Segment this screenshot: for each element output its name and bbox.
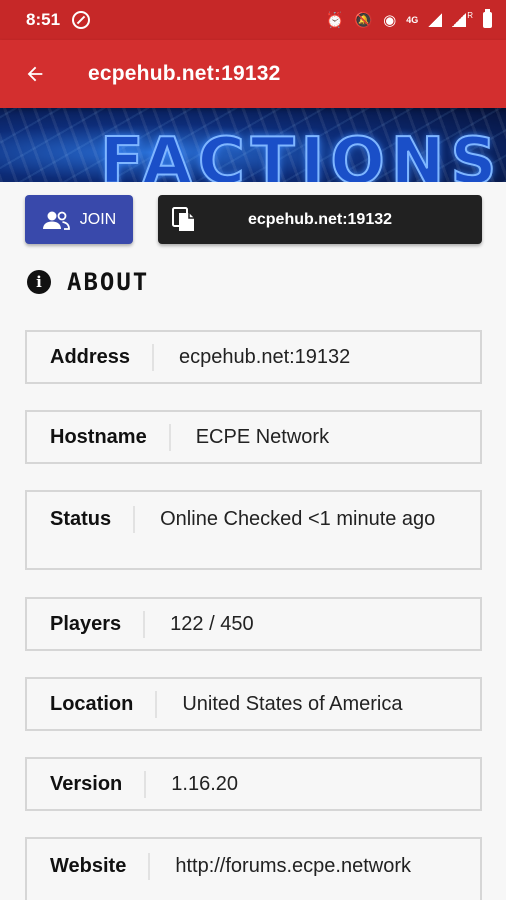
about-heading: i ABOUT (27, 268, 149, 296)
join-button[interactable]: JOIN (25, 195, 133, 244)
info-value: 1.16.20 (171, 772, 238, 795)
info-label: Hostname (27, 423, 171, 451)
roaming-indicator: R (467, 11, 473, 20)
info-row-status: Status Online Checked <1 minute ago (25, 490, 482, 570)
info-icon: i (27, 270, 51, 294)
banner-text: FACTIONS (99, 125, 503, 182)
mute-icon: 🔕 (354, 11, 374, 29)
hotspot-icon: ◉ (383, 11, 397, 29)
info-value: 122 / 450 (170, 612, 254, 635)
info-label: Status (27, 506, 136, 533)
info-label: Address (27, 343, 155, 371)
copy-address-label: ecpehub.net:19132 (247, 210, 393, 228)
info-value: Online Checked <1 minute ago (160, 508, 436, 530)
status-icons: ⏰ 🔕 ◉ 4G R (325, 9, 492, 29)
info-row-players: Players 122 / 450 (25, 597, 482, 651)
status-time: 8:51 (26, 10, 61, 29)
info-row-hostname: Hostname ECPE Network (25, 410, 482, 464)
battery-icon (483, 9, 492, 28)
server-banner: FACTIONS (0, 108, 506, 182)
info-value: United States of America (182, 692, 403, 715)
copy-icon (172, 207, 194, 231)
info-row-website: Website http://forums.ecpe.network (25, 837, 482, 900)
about-title: ABOUT (67, 268, 150, 296)
signal-r-icon (452, 13, 467, 27)
copy-address-button[interactable]: ecpehub.net:19132 (158, 195, 482, 244)
join-label: JOIN (79, 210, 117, 228)
data-saver-icon (72, 11, 91, 29)
info-value: ecpehub.net:19132 (179, 345, 351, 368)
info-label: Players (27, 610, 146, 638)
back-button[interactable] (0, 40, 70, 108)
page-title: ecpehub.net:19132 (88, 62, 281, 85)
signal-icon (428, 13, 443, 27)
arrow-left-icon (27, 66, 43, 82)
website-link[interactable]: http://forums.ecpe.network (150, 853, 425, 880)
status-bar: 8:51 ⏰ 🔕 ◉ 4G R (0, 0, 506, 40)
info-label: Website (27, 853, 151, 880)
info-label: Location (27, 690, 158, 718)
info-row-version: Version 1.16.20 (25, 757, 482, 811)
4g-icon: 4G (406, 14, 419, 25)
group-icon (42, 211, 70, 230)
info-row-address: Address ecpehub.net:19132 (25, 330, 482, 384)
info-label: Version (27, 770, 147, 798)
info-value: ECPE Network (195, 425, 330, 448)
app-bar: ecpehub.net:19132 (0, 40, 506, 108)
alarm-icon: ⏰ (325, 11, 345, 29)
info-row-location: Location United States of America (25, 677, 482, 731)
